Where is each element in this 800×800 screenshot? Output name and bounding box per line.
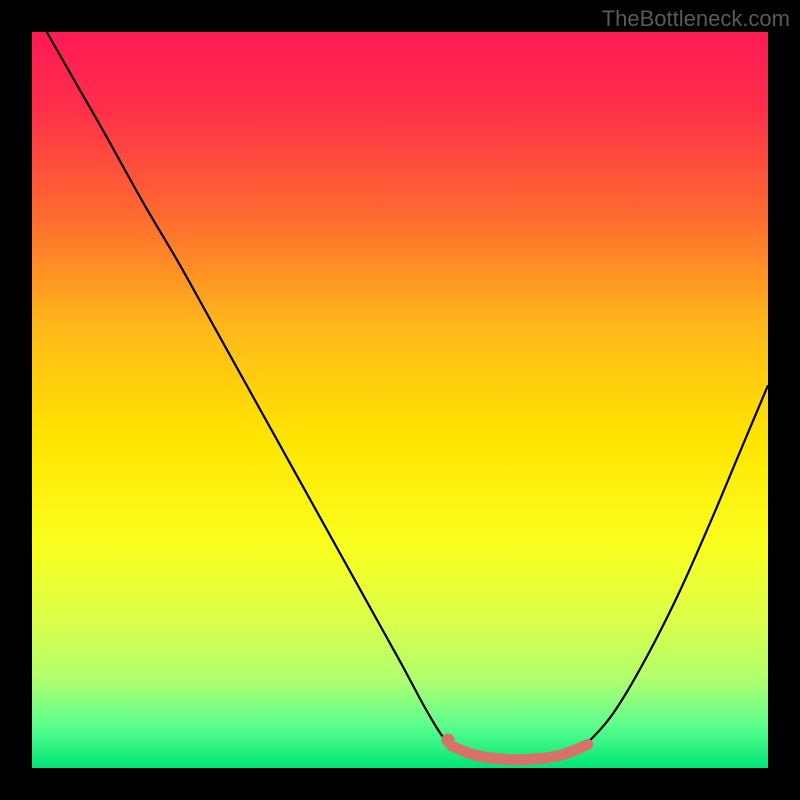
chart-svg: [32, 32, 768, 768]
optimal-marker-dot: [441, 734, 454, 747]
chart-area: [32, 32, 768, 768]
gradient-background: [32, 32, 768, 768]
watermark-text: TheBottleneck.com: [602, 6, 790, 32]
